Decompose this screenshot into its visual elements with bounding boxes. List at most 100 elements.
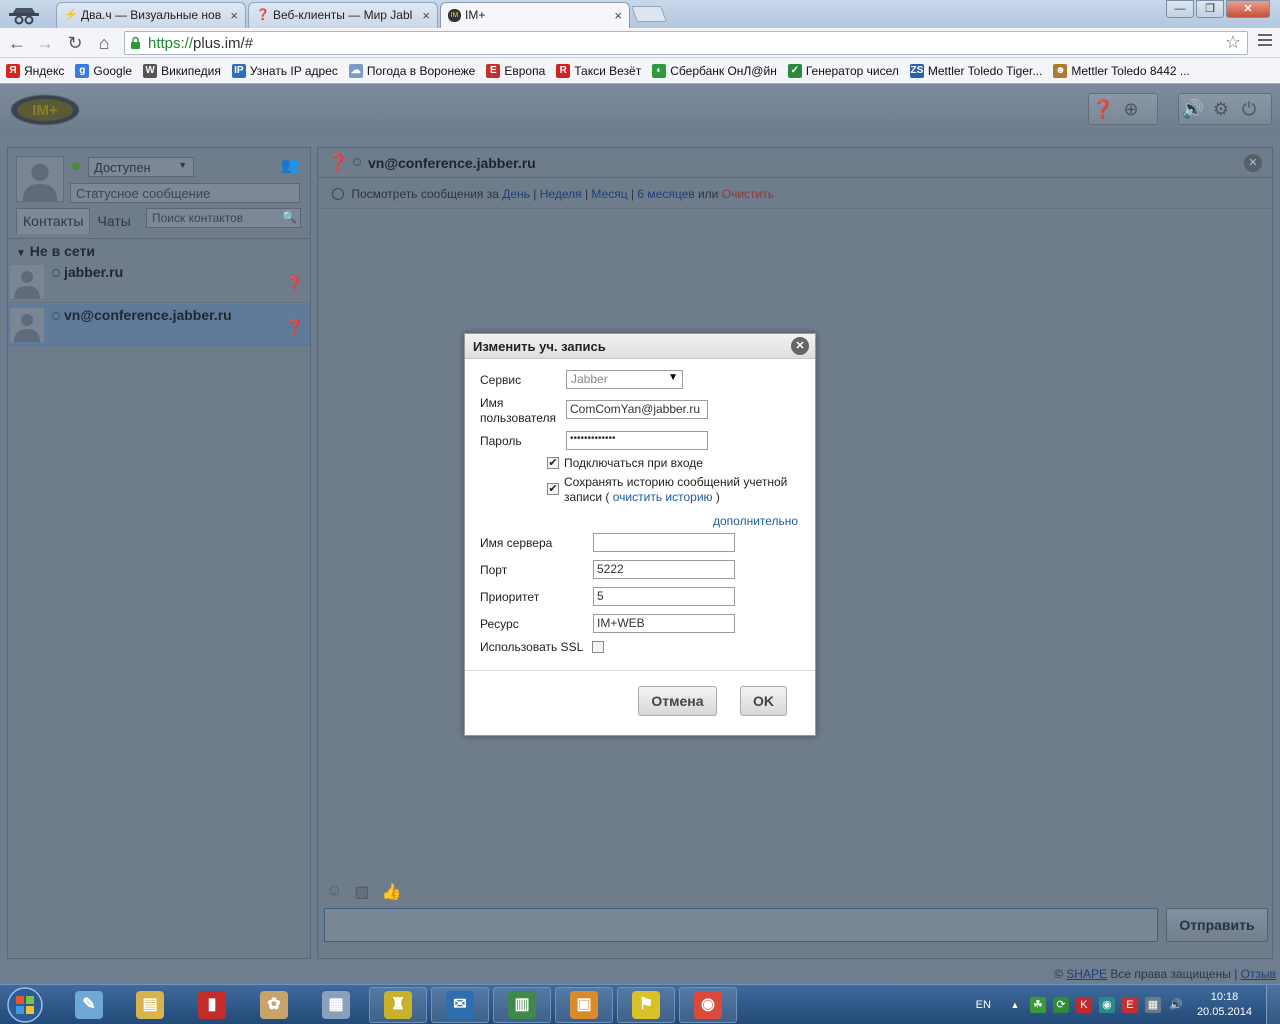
network-agent-icon[interactable]: ☘ (1029, 997, 1046, 1013)
history-6months-link[interactable]: 6 месяцев (637, 187, 694, 201)
taskbar-button[interactable]: ▤ (121, 987, 179, 1023)
tab-implus[interactable]: IM IM+ × (440, 2, 630, 28)
message-input[interactable] (324, 908, 1158, 942)
maximize-button[interactable]: ❐ (1196, 0, 1224, 18)
history-month-link[interactable]: Месяц (591, 187, 627, 201)
tab-contacts[interactable]: Контакты (16, 208, 91, 234)
bookmark-item[interactable]: ☻ Mettler Toledo 8442 ... (1053, 63, 1190, 78)
advanced-link[interactable]: дополнительно (713, 514, 798, 529)
taskbar-button[interactable]: ▦ (307, 987, 365, 1023)
save-history-checkbox[interactable]: ✔ (547, 483, 559, 495)
close-icon[interactable]: × (422, 8, 430, 23)
ok-button[interactable]: OK (740, 686, 787, 716)
username-field[interactable]: ComComYan@jabber.ru (566, 400, 708, 419)
service-select[interactable]: Jabber ▼ (566, 370, 683, 389)
history-day-link[interactable]: День (502, 187, 530, 201)
priority-field[interactable]: 5 (593, 587, 735, 606)
close-icon[interactable]: ✕ (791, 337, 809, 355)
bookmark-item[interactable]: IP Узнать IP адрес (231, 63, 338, 78)
bookmark-item[interactable]: ◐ Сбербанк ОнЛ@йн (652, 63, 777, 78)
tab-chats[interactable]: Чаты (90, 208, 137, 234)
status-message-input[interactable]: Статусное сообщение (70, 183, 300, 203)
password-field[interactable]: ••••••••••••• (566, 431, 708, 450)
feedback-link[interactable]: Отзыв (1241, 967, 1276, 981)
bookmark-favicon-icon: R (556, 63, 571, 78)
taskbar-button[interactable]: ♜ (369, 987, 427, 1023)
status-select[interactable]: Доступен ▼ (88, 157, 194, 177)
footer-separator: | (1234, 967, 1238, 981)
user-avatar[interactable] (16, 156, 64, 202)
bookmark-item[interactable]: ☁ Погода в Воронеже (348, 63, 475, 78)
taskbar-button[interactable]: ▥ (493, 987, 551, 1023)
add-account-icon[interactable]: ⊕ (1117, 95, 1145, 123)
image-icon[interactable]: ▨ (354, 882, 369, 902)
bookmark-item[interactable]: ZS Mettler Toledo Tiger... (909, 63, 1042, 78)
server-field[interactable] (593, 533, 735, 552)
tray-expand-icon[interactable]: ▲ (1007, 997, 1023, 1013)
show-desktop-button[interactable] (1266, 985, 1280, 1024)
close-icon[interactable]: × (230, 8, 238, 23)
history-clear-link[interactable]: Очистить (722, 187, 774, 201)
kaspersky-icon[interactable]: K (1075, 997, 1092, 1013)
contact-item[interactable]: jabber.ru ❓ (8, 261, 310, 303)
bookmark-star-icon[interactable]: ☆ (1225, 32, 1241, 53)
bookmark-item[interactable]: ✓ Генератор чисел (787, 63, 899, 78)
e-app-icon[interactable]: E (1121, 997, 1138, 1013)
thumbs-up-icon[interactable]: 👍 (381, 882, 401, 902)
eye-icon[interactable]: ◉ (1098, 997, 1115, 1013)
taskbar-button[interactable]: ▣ (555, 987, 613, 1023)
contact-item-selected[interactable]: vn@conference.jabber.ru ❓ (8, 304, 310, 346)
gear-icon[interactable]: ⚙ (1207, 95, 1235, 123)
group-offline[interactable]: ▼ Не в сети (8, 238, 310, 260)
address-bar[interactable]: https://plus.im/# ☆ (124, 31, 1248, 55)
history-week-link[interactable]: Неделя (540, 187, 582, 201)
minimize-button[interactable]: — (1166, 0, 1194, 18)
bookmark-item[interactable]: R Такси Везёт (556, 63, 641, 78)
bookmark-item[interactable]: E Европа (486, 63, 545, 78)
bolt-icon: ⚡ (64, 9, 78, 21)
add-contact-icon[interactable]: 👥 (278, 156, 302, 176)
send-button[interactable]: Отправить (1166, 908, 1268, 942)
port-field[interactable]: 5222 (593, 560, 735, 579)
taskbar-button[interactable]: ✎ (60, 987, 118, 1023)
close-icon[interactable]: × (614, 8, 622, 23)
taskbar-button[interactable]: ✿ (245, 987, 303, 1023)
sync-icon[interactable]: ⟳ (1052, 997, 1069, 1013)
close-chat-icon[interactable]: ✕ (1244, 154, 1262, 172)
start-button[interactable] (2, 986, 48, 1024)
taskbar-button[interactable]: ▮ (183, 987, 241, 1023)
browser-menu-button[interactable] (1258, 34, 1272, 48)
sound-icon[interactable]: 🔊 (1179, 95, 1207, 123)
volume-icon[interactable]: 🔊 (1168, 997, 1184, 1013)
bookmark-item[interactable]: g Google (75, 63, 132, 78)
taskbar-button[interactable]: ✉ (431, 987, 489, 1023)
reload-button[interactable]: ↻ (64, 32, 86, 54)
logout-icon[interactable]: ⏻ (1235, 95, 1263, 123)
new-tab-button[interactable] (631, 6, 667, 22)
clear-history-link[interactable]: очистить историю (613, 490, 713, 504)
contact-search-input[interactable]: Поиск контактов 🔍 (146, 208, 301, 228)
tab-dvach[interactable]: ⚡ Два.ч — Визуальные нов × (56, 2, 246, 28)
auto-connect-checkbox[interactable]: ✔ (547, 457, 559, 469)
smiley-icon[interactable]: ☺ (326, 882, 342, 902)
taskbar-button[interactable]: ◉ (679, 987, 737, 1023)
back-button[interactable]: ← (6, 32, 28, 54)
bookmark-item[interactable]: Я Яндекс (6, 63, 64, 78)
tab-jabber-world[interactable]: ❓ Веб-клиенты — Мир Jabl × (248, 2, 438, 28)
ssl-checkbox[interactable] (592, 641, 604, 653)
clock[interactable]: 10:18 20.05.2014 (1197, 990, 1252, 1020)
dialog-divider (465, 670, 815, 671)
bookmark-item[interactable]: W Википедия (143, 63, 221, 78)
home-button[interactable]: ⌂ (93, 32, 115, 54)
cancel-button[interactable]: Отмена (638, 686, 717, 716)
window-close-button[interactable]: ✕ (1226, 0, 1270, 18)
resource-field[interactable]: IM+WEB (593, 614, 735, 633)
priority-label: Приоритет (480, 590, 540, 604)
bookmark-label: Генератор чисел (805, 63, 899, 78)
brand-link[interactable]: SHAPE (1066, 967, 1107, 981)
language-indicator[interactable]: EN (976, 999, 991, 1011)
network-icon[interactable]: ▦ (1144, 997, 1161, 1013)
forward-button[interactable]: → (34, 32, 56, 54)
jabber-bulb-icon[interactable]: ❓ (1089, 95, 1117, 123)
taskbar-button[interactable]: ⚑ (617, 987, 675, 1023)
